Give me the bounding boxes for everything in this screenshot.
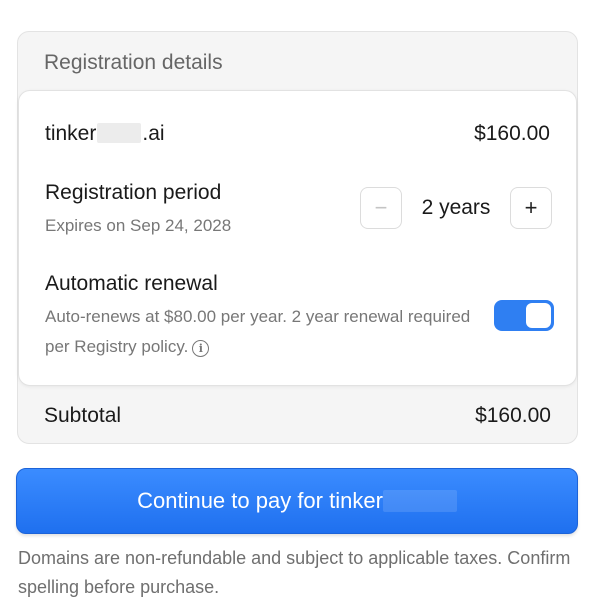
redacted-text <box>97 123 142 143</box>
registration-period-label: Registration period <box>45 181 222 204</box>
automatic-renewal-toggle[interactable] <box>494 300 554 331</box>
decrease-years-button[interactable]: − <box>360 187 402 229</box>
renewal-description-text: Auto-renews at $80.00 per year. 2 year r… <box>45 307 471 356</box>
domain-name-prefix: tinker <box>45 122 97 145</box>
registration-details-panel: tinker .ai $160.00 Registration period Ex… <box>18 90 577 386</box>
increase-years-button[interactable]: + <box>510 187 552 229</box>
registration-details-card: Registration details tinker .ai $160.00 R… <box>17 31 578 444</box>
subtotal-label: Subtotal <box>44 404 122 427</box>
footer-note: Domains are non-refundable and subject t… <box>18 548 571 597</box>
redacted-text <box>382 490 457 512</box>
subtotal-price: $160.00 <box>475 404 551 427</box>
checkout-page: Registration details tinker .ai $160.00 R… <box>0 0 600 601</box>
expiration-date: Expires on Sep 24, 2028 <box>45 216 232 235</box>
continue-to-pay-button[interactable]: Continue to pay for tinker <box>16 468 578 534</box>
renewal-description: Auto-renews at $80.00 per year. 2 year r… <box>45 302 485 362</box>
minus-icon: − <box>374 195 388 220</box>
domain-name: tinker .ai <box>45 120 165 148</box>
continue-button-label: Continue to pay for tinker <box>137 488 383 513</box>
domain-name-suffix: .ai <box>142 122 165 145</box>
domain-price: $160.00 <box>474 122 550 145</box>
toggle-knob <box>526 303 551 328</box>
years-value: 2 years <box>421 196 491 219</box>
automatic-renewal-label: Automatic renewal <box>45 272 218 295</box>
info-icon[interactable]: i <box>192 340 210 357</box>
plus-icon: + <box>524 195 538 220</box>
card-title: Registration details <box>44 51 223 74</box>
